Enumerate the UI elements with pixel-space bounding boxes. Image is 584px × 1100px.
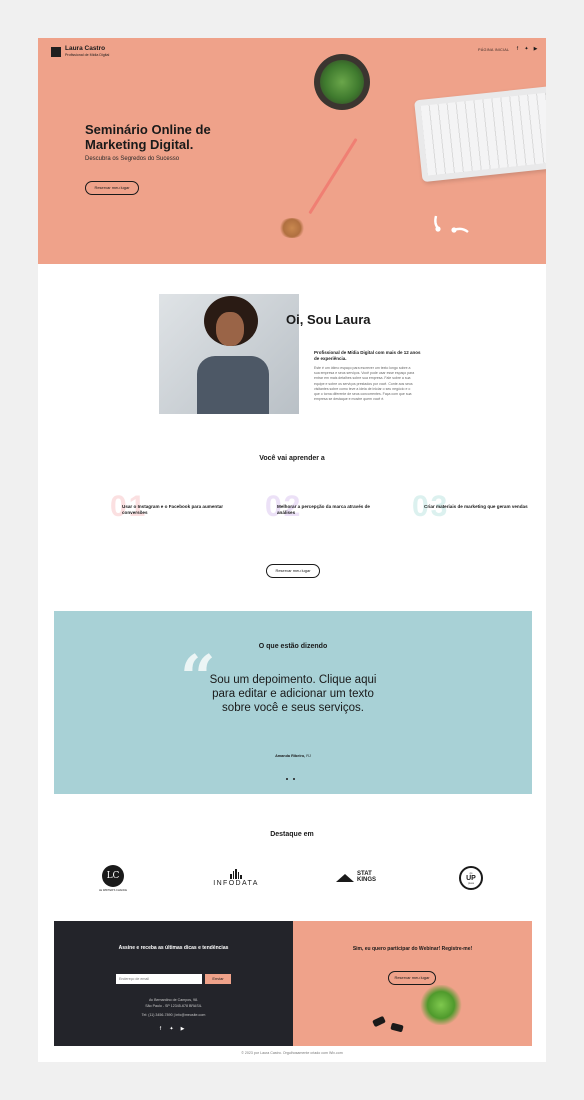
newsletter-title: Assine e receba as últimas dicas e tendê… xyxy=(118,945,229,951)
testimonial-author-location: RJ xyxy=(306,754,311,758)
learn-item: 01 Usar o Instagram e o Facebook para au… xyxy=(110,490,230,530)
binder-clip-image xyxy=(372,1015,386,1028)
reserve-button-hero[interactable]: Reservar meu lugar xyxy=(85,181,139,195)
hero-subtitle: Descubra os Segredos do Sucesso xyxy=(85,156,180,162)
goup-press-logo: go UP press xyxy=(458,863,484,893)
learn-text: Melhorar a percepção da marca através de… xyxy=(277,504,370,515)
crown-icon xyxy=(335,874,354,882)
webinar-title: Sim, eu quero participar do Webinar! Reg… xyxy=(352,946,473,952)
newsletter-section: Assine e receba as últimas dicas e tendê… xyxy=(54,921,293,1046)
slider-dot[interactable] xyxy=(293,778,295,780)
logo-icon[interactable] xyxy=(51,47,61,57)
hero-title: Seminário Online de Marketing Digital. xyxy=(85,122,211,152)
about-body: Este é um ótimo espaço para escrever um … xyxy=(314,366,415,402)
about-greeting: Oi, Sou Laura xyxy=(286,312,371,327)
testimonial-quote: Sou um depoimento. Clique aqui para edit… xyxy=(209,674,377,714)
testimonial-author-name: Amanda Ribeiro, xyxy=(275,754,306,758)
youtube-icon[interactable]: ▶ xyxy=(533,47,538,52)
statkings-word-2: KINGS xyxy=(356,877,376,883)
copyright-text: © 2023 por Laura Castro. Orgulhosamente … xyxy=(241,1051,343,1055)
goup-press-badge: go UP press xyxy=(459,866,483,890)
infodata-logo: INFODATA xyxy=(212,863,260,893)
learn-title: Você vai aprender a xyxy=(259,455,325,462)
learn-text: Criar materiais de marketing que geram v… xyxy=(424,504,528,509)
statkings-logo: STAT KINGS xyxy=(332,863,380,893)
facebook-icon[interactable]: f xyxy=(158,1027,163,1032)
pencil-image xyxy=(308,138,358,215)
submit-button[interactable]: Enviar xyxy=(205,974,231,984)
reserve-button-footer[interactable]: Reservar meu lugar xyxy=(388,971,436,985)
twitter-icon[interactable]: ✦ xyxy=(169,1027,174,1032)
hero-section: Laura Castro Profissional de Mídia Digit… xyxy=(38,38,546,264)
about-role: Profissional de Mídia Digital com mais d… xyxy=(314,350,421,361)
testimonial-title: O que estão dizendo xyxy=(258,643,328,650)
facebook-icon[interactable]: f xyxy=(515,47,520,52)
lc-logo-mark: LC xyxy=(102,864,124,887)
lc-logo-caption: LE WRITER'S CHANCE xyxy=(98,888,128,892)
webinar-signup-section: Sim, eu quero participar do Webinar! Reg… xyxy=(293,921,532,1046)
infodata-wordmark: INFODATA xyxy=(213,880,259,887)
binder-clip-image xyxy=(390,1022,404,1033)
brand-subtitle: Profissional de Mídia Digital xyxy=(65,53,110,57)
learn-item: 02 Melhorar a percepção da marca através… xyxy=(265,490,385,530)
keyboard-image xyxy=(414,85,546,183)
twitter-icon[interactable]: ✦ xyxy=(524,47,529,52)
testimonial-author: Amanda Ribeiro, RJ xyxy=(54,754,532,758)
testimonial-section: O que estão dizendo “ Sou um depoimento.… xyxy=(54,611,532,794)
youtube-icon[interactable]: ▶ xyxy=(180,1027,185,1032)
slider-dot[interactable] xyxy=(286,778,288,780)
learn-text: Usar o Instagram e o Facebook para aumen… xyxy=(122,504,224,515)
goup-press-bottom: press xyxy=(468,881,474,885)
pencil-shavings-image xyxy=(278,218,306,238)
succulent-plant-image xyxy=(419,985,463,1025)
earbuds-image xyxy=(434,215,469,233)
brand-name[interactable]: Laura Castro xyxy=(65,45,105,52)
footer-address: Av Bernardino de Campos, 98. São Paulo -… xyxy=(54,997,293,1018)
lc-logo: LC LE WRITER'S CHANCE xyxy=(98,863,128,893)
learn-item: 03 Criar materiais de marketing que gera… xyxy=(412,490,532,530)
contact-line: Tel: (11) 3456-7890 | info@meusite.com xyxy=(141,1013,206,1017)
footer-social-links: f ✦ ▶ xyxy=(158,1027,185,1032)
email-input[interactable] xyxy=(116,974,202,984)
bar-chart-icon xyxy=(230,869,242,879)
page: Laura Castro Profissional de Mídia Digit… xyxy=(38,38,546,1062)
succulent-plant-image xyxy=(314,54,370,110)
nav-home-link[interactable]: PÁGINA INICIAL xyxy=(478,48,509,52)
laura-portrait-photo xyxy=(159,294,299,414)
address-line-2: São Paulo - SP 12345-678 BRASIL xyxy=(145,1004,202,1008)
goup-press-mid: UP xyxy=(466,874,476,882)
featured-title: Destaque em xyxy=(270,831,314,838)
header-social-links: f ✦ ▶ xyxy=(515,47,538,52)
slider-dots xyxy=(286,778,295,780)
reserve-button-learn[interactable]: Reservar meu lugar xyxy=(266,564,320,578)
